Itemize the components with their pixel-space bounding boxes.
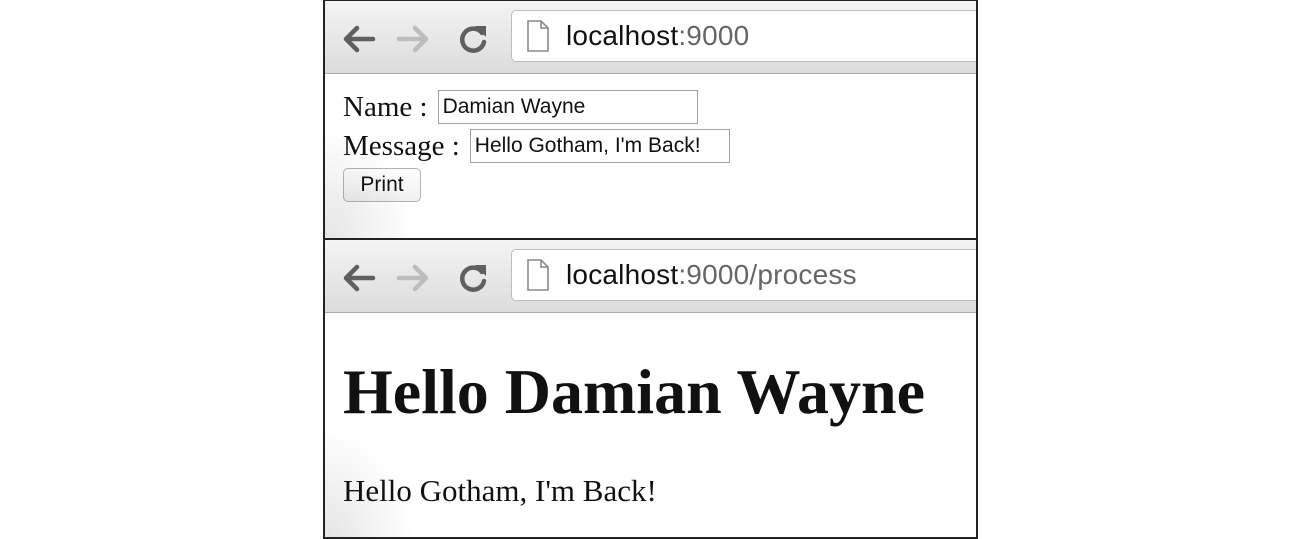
reload-icon [457, 23, 489, 55]
page-icon [512, 20, 550, 52]
browser-window-form: localhost:9000 Name : Message : Print [325, 1, 976, 238]
back-button[interactable] [341, 21, 377, 57]
screenshot-frame: localhost:9000 Name : Message : Print [323, 0, 978, 539]
reload-button[interactable] [455, 21, 491, 57]
reload-icon [457, 262, 489, 294]
message-input[interactable] [469, 129, 730, 163]
page-icon [512, 259, 550, 291]
url-port: :9000 [678, 20, 750, 51]
browser-window-result: localhost:9000/process Hello Damian Wayn… [325, 240, 976, 537]
address-bar[interactable]: localhost:9000 [511, 10, 976, 62]
message-row: Message : [343, 129, 730, 163]
greeting-heading: Hello Damian Wayne [343, 356, 925, 427]
browser-toolbar: localhost:9000/process [325, 240, 976, 313]
message-label: Message : [343, 129, 460, 162]
forward-arrow-icon [396, 264, 430, 292]
forward-arrow-icon [396, 25, 430, 53]
url-text: localhost:9000/process [566, 259, 857, 291]
page-content: Name : Message : Print [325, 74, 976, 238]
reload-button[interactable] [455, 260, 491, 296]
name-row: Name : [343, 90, 698, 124]
back-arrow-icon [342, 25, 376, 53]
print-button[interactable]: Print [343, 168, 421, 202]
url-path: :9000/process [678, 259, 857, 290]
back-arrow-icon [342, 264, 376, 292]
forward-button[interactable] [395, 21, 431, 57]
page-content: Hello Damian Wayne Hello Gotham, I'm Bac… [325, 313, 976, 537]
url-host: localhost [566, 20, 679, 51]
name-input[interactable] [437, 90, 698, 124]
url-text: localhost:9000 [566, 20, 749, 52]
back-button[interactable] [341, 260, 377, 296]
forward-button[interactable] [395, 260, 431, 296]
url-host: localhost [566, 259, 679, 290]
browser-toolbar: localhost:9000 [325, 1, 976, 74]
name-label: Name : [343, 90, 428, 123]
message-text: Hello Gotham, I'm Back! [343, 473, 657, 508]
address-bar[interactable]: localhost:9000/process [511, 249, 976, 301]
